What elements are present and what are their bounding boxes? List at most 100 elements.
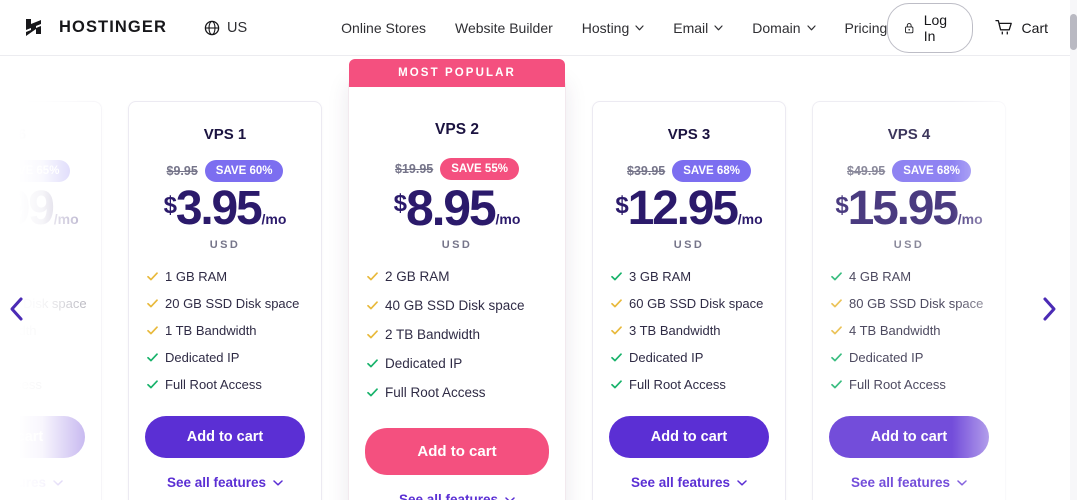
- feature-label: 80 GB SSD Disk space: [849, 296, 984, 311]
- add-to-cart-button[interactable]: Add to cart: [0, 416, 85, 458]
- currency-symbol: $: [393, 190, 407, 217]
- pricing-card-vps-1: VPS 1 $9.95 SAVE 60% $3.95/mo USD 1 GB RAM 20 …: [128, 101, 322, 500]
- feature-label: Dedicated IP: [165, 350, 240, 365]
- currency-symbol: $: [835, 192, 848, 219]
- pricing-card-track: VPS 6 $109.99SAVE 65% $38.99/mo USD 8 GB RAM…: [0, 56, 1006, 500]
- chevron-down-icon: [806, 24, 816, 30]
- login-label: Log In: [923, 11, 948, 44]
- chevron-down-icon: [957, 479, 967, 486]
- check-icon: [611, 353, 622, 362]
- see-all-features-label: See all features: [0, 475, 47, 490]
- feature-item: Full Root Access: [611, 377, 769, 392]
- chevron-down-icon: [635, 24, 644, 30]
- currency-symbol: $: [615, 192, 628, 219]
- nav-item-label: Hosting: [581, 19, 630, 36]
- plan-name: VPS 2: [435, 121, 479, 138]
- main-navigation: Online Stores Website Builder Hosting Email…: [341, 20, 887, 36]
- price-amount: 8.95: [405, 180, 497, 236]
- feature-label: Dedicated IP: [629, 350, 704, 365]
- nav-item-pricing[interactable]: Pricing: [845, 20, 888, 36]
- check-icon: [147, 326, 158, 335]
- nav-item-online-stores[interactable]: Online Stores: [341, 20, 426, 36]
- feature-label: 4 GB RAM: [849, 269, 912, 284]
- feature-item: Dedicated IP: [831, 350, 989, 365]
- check-icon: [147, 299, 158, 308]
- login-button[interactable]: Log In: [887, 2, 973, 53]
- nav-item-label: Email: [673, 19, 709, 36]
- feature-list: 8 GB RAM160 GB SSD Disk space6 TB Bandwi…: [0, 269, 87, 392]
- pricing-card-vps-3: VPS 3 $39.95 SAVE 68% $12.95/mo USD 3 GB RAM 6…: [592, 101, 786, 500]
- chevron-down-icon: [273, 479, 283, 486]
- feature-list: 3 GB RAM 60 GB SSD Disk space 3 TB Bandwid…: [609, 269, 769, 392]
- plan-name: VPS 3: [667, 126, 711, 143]
- see-all-features-link[interactable]: See all features: [145, 475, 305, 490]
- feature-item: 20 GB SSD Disk space: [147, 296, 305, 311]
- see-all-features-link[interactable]: See all features: [609, 475, 769, 490]
- nav-item-email[interactable]: Email: [673, 20, 723, 36]
- feature-item: Dedicated IP: [367, 356, 549, 371]
- old-price: $49.95: [847, 164, 886, 178]
- chevron-right-icon: [1043, 297, 1056, 321]
- see-all-features-link[interactable]: See all features: [0, 475, 85, 490]
- cta-container: Add to cart: [365, 428, 549, 475]
- save-badge: SAVE 65%: [0, 160, 71, 182]
- feature-label: 60 GB SSD Disk space: [629, 296, 764, 311]
- nav-item-label: Pricing: [844, 19, 888, 36]
- feature-label: 20 GB SSD Disk space: [165, 296, 300, 311]
- cta-container: Add to cart: [0, 416, 85, 458]
- feature-label: 40 GB SSD Disk space: [385, 298, 525, 313]
- save-badge: SAVE 68%: [672, 160, 751, 182]
- feature-label: Dedicated IP: [849, 350, 924, 365]
- nav-item-website-builder[interactable]: Website Builder: [455, 20, 553, 36]
- add-to-cart-button[interactable]: Add to cart: [829, 416, 989, 458]
- carousel-prev-button[interactable]: [2, 294, 32, 324]
- feature-label: Full Root Access: [629, 377, 726, 392]
- nav-item-domain[interactable]: Domain: [752, 20, 816, 36]
- feature-item: 4 GB RAM: [831, 269, 989, 284]
- currency-code: USD: [441, 239, 473, 251]
- scrollbar-thumb[interactable]: [1070, 14, 1077, 50]
- locale-selector[interactable]: US: [204, 20, 247, 36]
- feature-label: 6 TB Bandwidth: [0, 323, 37, 338]
- currency-code: USD: [209, 239, 241, 251]
- check-icon: [831, 353, 842, 362]
- current-price: $3.95/mo: [145, 185, 305, 233]
- see-all-features-link[interactable]: See all features: [829, 475, 989, 490]
- check-icon: [831, 272, 842, 281]
- current-price: $8.95/mo: [365, 183, 549, 233]
- currency-code: USD: [0, 239, 21, 251]
- page-scrollbar[interactable]: [1070, 0, 1077, 500]
- plan-name: VPS 1: [203, 126, 247, 143]
- feature-item: Dedicated IP: [611, 350, 769, 365]
- check-icon: [831, 326, 842, 335]
- price-period: /mo: [495, 211, 521, 227]
- add-to-cart-button[interactable]: Add to cart: [145, 416, 305, 458]
- most-popular-label: MOST POPULAR: [398, 67, 516, 79]
- feature-item: 3 GB RAM: [611, 269, 769, 284]
- feature-item: Full Root Access: [831, 377, 989, 392]
- feature-item: 4 TB Bandwidth: [831, 323, 989, 338]
- feature-item: 2 TB Bandwidth: [367, 327, 549, 342]
- locale-label: US: [227, 19, 248, 36]
- currency-symbol: $: [163, 192, 177, 219]
- nav-item-hosting[interactable]: Hosting: [582, 20, 644, 36]
- check-icon: [611, 326, 622, 335]
- check-icon: [147, 272, 158, 281]
- add-to-cart-button[interactable]: Add to cart: [365, 428, 549, 475]
- cart-button[interactable]: Cart: [994, 19, 1048, 36]
- feature-label: 2 GB RAM: [385, 269, 450, 284]
- current-price: $15.95/mo: [829, 185, 989, 233]
- brand-logo[interactable]: HOSTINGER: [24, 16, 167, 40]
- feature-label: 1 TB Bandwidth: [165, 323, 257, 338]
- feature-list: 1 GB RAM 20 GB SSD Disk space 1 TB Bandwid…: [145, 269, 305, 392]
- old-price: $19.95: [395, 162, 434, 176]
- nav-item-label: Website Builder: [454, 19, 553, 36]
- see-all-features-link[interactable]: See all features: [365, 492, 549, 500]
- add-to-cart-button[interactable]: Add to cart: [609, 416, 769, 458]
- check-icon: [611, 299, 622, 308]
- price-amount: 15.95: [847, 182, 959, 235]
- carousel-next-button[interactable]: [1034, 294, 1064, 324]
- feature-list: 4 GB RAM 80 GB SSD Disk space 4 TB Bandwid…: [829, 269, 989, 392]
- price-comparison-row: $19.95 SAVE 55%: [365, 158, 549, 180]
- check-icon: [831, 299, 842, 308]
